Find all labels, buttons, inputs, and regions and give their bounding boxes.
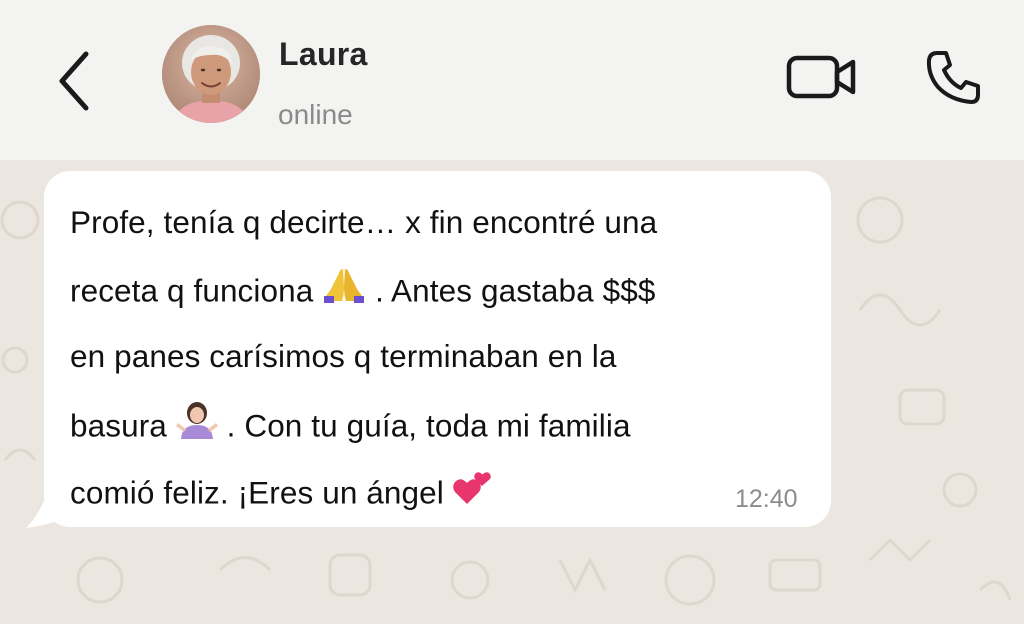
message-timestamp: 12:40 bbox=[735, 485, 798, 513]
message-text-line: basura . Con tu guía, toda mi familia bbox=[70, 402, 631, 451]
chat-area[interactable]: Profe, tenía q decirte… x fin encontré u… bbox=[0, 160, 1024, 624]
two-hearts-emoji bbox=[452, 468, 493, 514]
contact-status: online bbox=[278, 99, 353, 130]
message-text-line: receta q funciona . Antes gastaba $$$ bbox=[70, 269, 656, 315]
incoming-message-bubble[interactable]: Profe, tenía q decirte… x fin encontré u… bbox=[44, 171, 831, 527]
video-call-button[interactable] bbox=[780, 48, 864, 106]
back-button[interactable] bbox=[44, 46, 104, 116]
phone-icon bbox=[926, 51, 980, 104]
message-text-line: Profe, tenía q decirte… x fin encontré u… bbox=[70, 204, 658, 240]
message-text-segment: basura bbox=[70, 407, 167, 444]
message-text-segment: comió feliz. ¡Eres un ángel bbox=[70, 474, 444, 511]
message-text-segment: . Antes gastaba $$$ bbox=[375, 272, 656, 309]
avatar-photo bbox=[162, 25, 260, 123]
praying-hands-emoji bbox=[322, 267, 366, 311]
video-camera-icon bbox=[786, 55, 856, 99]
avatar[interactable] bbox=[162, 25, 260, 123]
message-text-segment: . Con tu guía, toda mi familia bbox=[226, 407, 631, 444]
message-text-line: en panes carísimos q terminaban en la bbox=[70, 338, 617, 374]
contact-name[interactable]: Laura bbox=[279, 36, 368, 73]
chevron-left-icon bbox=[59, 51, 89, 111]
message-text-segment: receta q funciona bbox=[70, 272, 314, 309]
voice-call-button[interactable] bbox=[918, 44, 988, 110]
message-text-line: comió feliz. ¡Eres un ángel bbox=[70, 472, 493, 518]
chat-header: Laura online bbox=[0, 0, 1024, 160]
woman-shrugging-emoji bbox=[175, 401, 218, 447]
